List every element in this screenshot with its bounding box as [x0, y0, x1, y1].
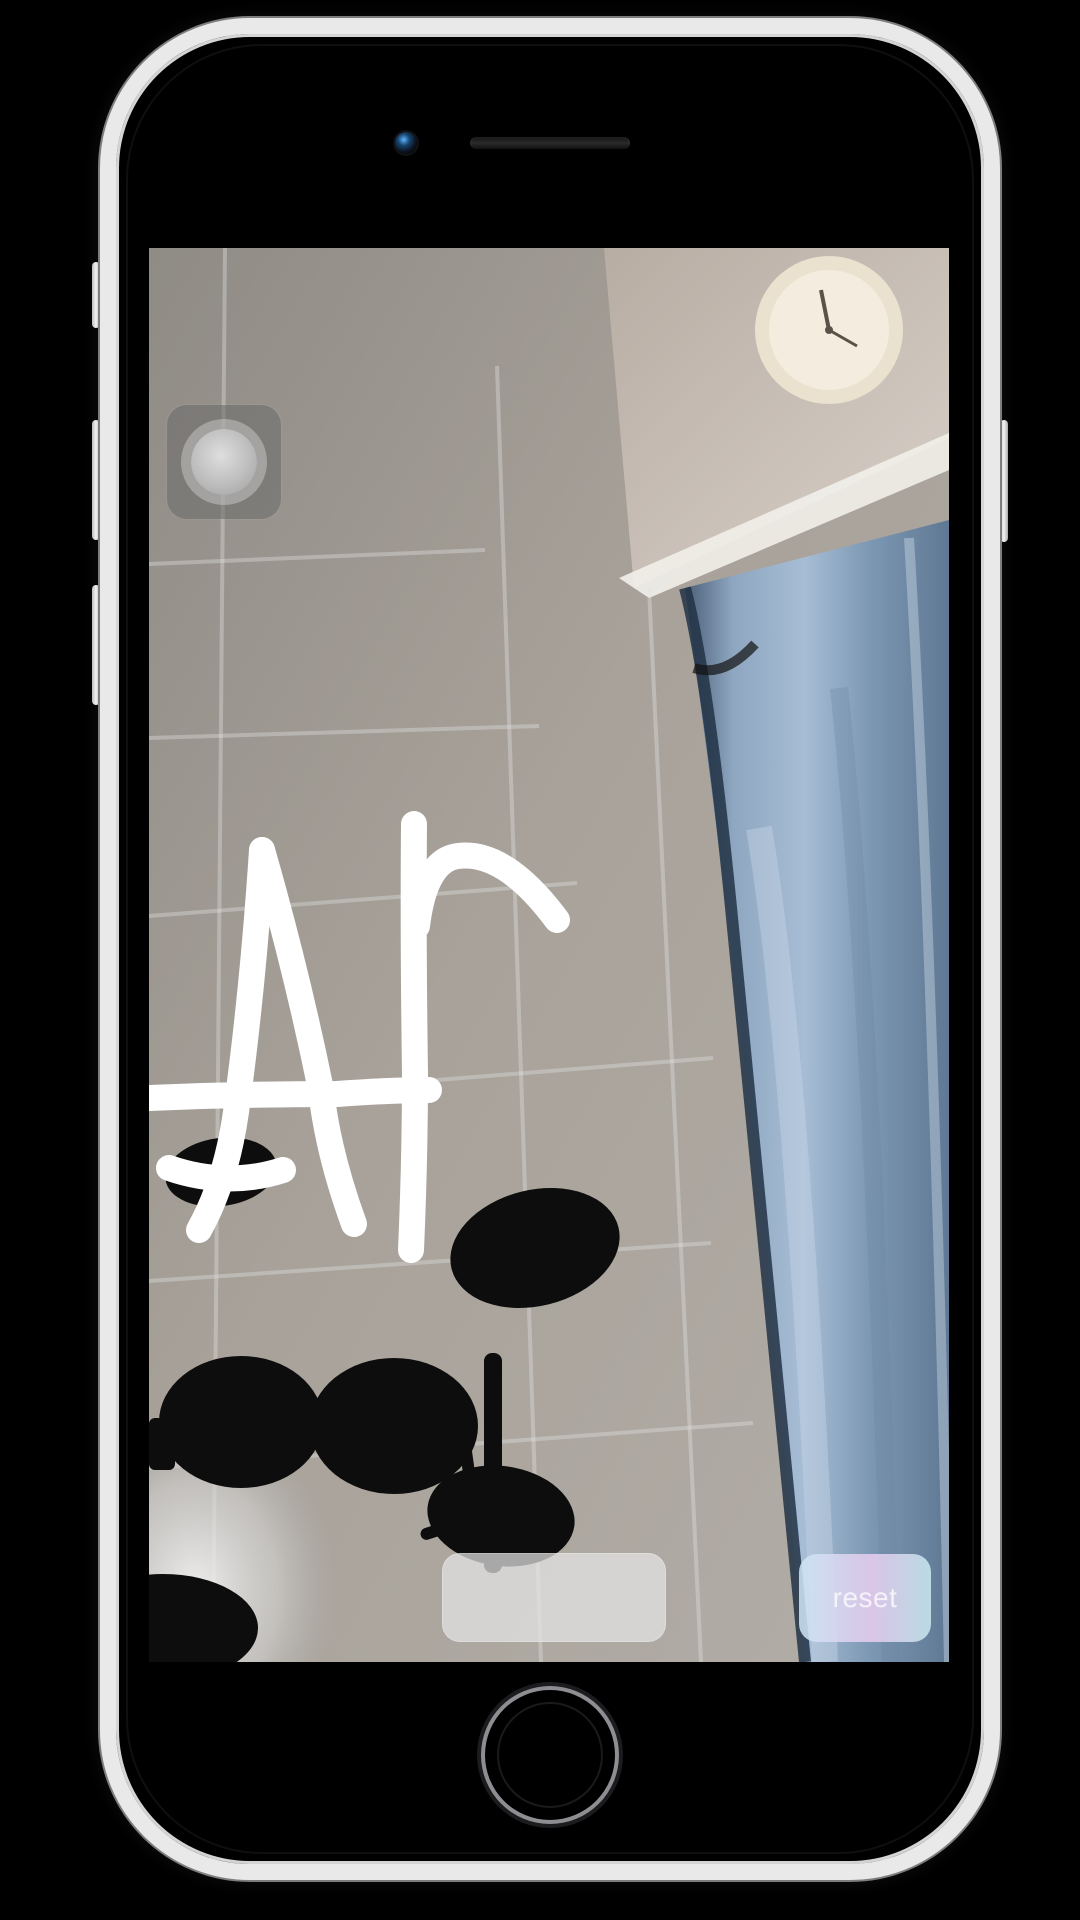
- center-action-button[interactable]: [442, 1553, 666, 1642]
- front-camera: [395, 132, 417, 154]
- wall-clock: [755, 256, 903, 404]
- reset-button[interactable]: reset: [799, 1554, 931, 1642]
- earpiece-speaker: [470, 137, 630, 149]
- capture-button[interactable]: [167, 405, 281, 519]
- volume-up-button: [92, 420, 100, 540]
- mockup-stage: reset: [0, 0, 1080, 1920]
- ar-screen: reset: [149, 248, 949, 1662]
- power-button: [1000, 420, 1008, 542]
- home-button[interactable]: [485, 1690, 615, 1820]
- volume-down-button: [92, 585, 100, 705]
- silent-switch: [92, 262, 100, 328]
